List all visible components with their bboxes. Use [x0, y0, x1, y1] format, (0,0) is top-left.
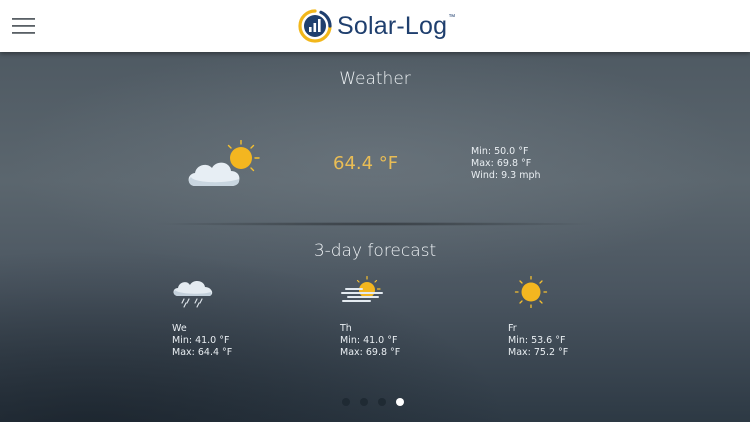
solar-log-logo-icon [298, 9, 332, 43]
forecast-max: Max: 69.8 °F [340, 347, 401, 358]
weather-panel: Weather 64.4 °F Min: 50.0 °F Max: 69.8 °… [0, 52, 750, 422]
partly-cloudy-icon [188, 140, 260, 186]
menu-button[interactable] [10, 14, 38, 38]
section-divider [150, 222, 600, 226]
weather-title: Weather [339, 69, 411, 89]
page-dot-active[interactable] [396, 398, 404, 406]
app-header: Solar-Log ™ [0, 0, 750, 52]
forecast-day: We Min: 41.0 °F Max: 64.4 °F [172, 276, 232, 359]
current-max: Max: 69.8 °F [471, 158, 532, 169]
solar-log-logo: Solar-Log ™ [297, 6, 455, 46]
sun-icon [514, 276, 548, 308]
forecast-max: Max: 64.4 °F [172, 347, 233, 358]
page-dot[interactable] [360, 398, 368, 406]
forecast-min: Min: 53.6 °F [508, 335, 566, 346]
forecast-max: Max: 75.2 °F [508, 347, 569, 358]
page-dot[interactable] [342, 398, 350, 406]
page-indicator [342, 398, 414, 406]
forecast-min: Min: 41.0 °F [340, 335, 398, 346]
current-details: Min: 50.0 °F Max: 69.8 °F Wind: 9.3 mph [471, 146, 541, 182]
forecast-day: Fr Min: 53.6 °F Max: 75.2 °F [508, 276, 568, 359]
logo-trademark: ™ [448, 13, 456, 21]
fog-sun-icon [341, 276, 383, 302]
forecast-day-name: We [172, 323, 187, 334]
current-min: Min: 50.0 °F [471, 146, 529, 157]
logo-text: Solar-Log [337, 12, 448, 40]
hamburger-menu-icon [12, 18, 35, 34]
current-wind: Wind: 9.3 mph [471, 170, 541, 181]
rain-cloud-icon [173, 281, 213, 308]
page-dot[interactable] [378, 398, 386, 406]
forecast-day-name: Th [340, 323, 352, 334]
forecast-min: Min: 41.0 °F [172, 335, 230, 346]
forecast-day: Th Min: 41.0 °F Max: 69.8 °F [340, 276, 400, 359]
current-temperature: 64.4 °F [333, 153, 399, 174]
forecast-day-name: Fr [508, 323, 517, 334]
forecast-title: 3-day forecast [313, 241, 437, 261]
